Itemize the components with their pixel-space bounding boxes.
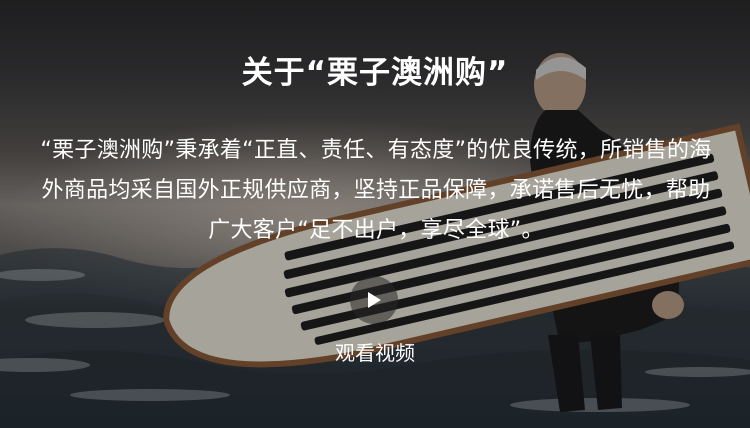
play-icon: [368, 292, 381, 308]
watch-video-link[interactable]: 观看视频: [0, 339, 750, 367]
section-description: “栗子澳洲购”秉承着“正直、责任、有态度”的优良传统，所销售的海外商品均采自国外…: [40, 138, 712, 243]
play-video-button[interactable]: [350, 276, 398, 324]
section-title: 关于“栗子澳洲购”: [241, 55, 509, 91]
about-hero-banner: 关于“栗子澳洲购” “栗子澳洲购”秉承着“正直、责任、有态度”的优良传统，所销售…: [0, 0, 750, 428]
